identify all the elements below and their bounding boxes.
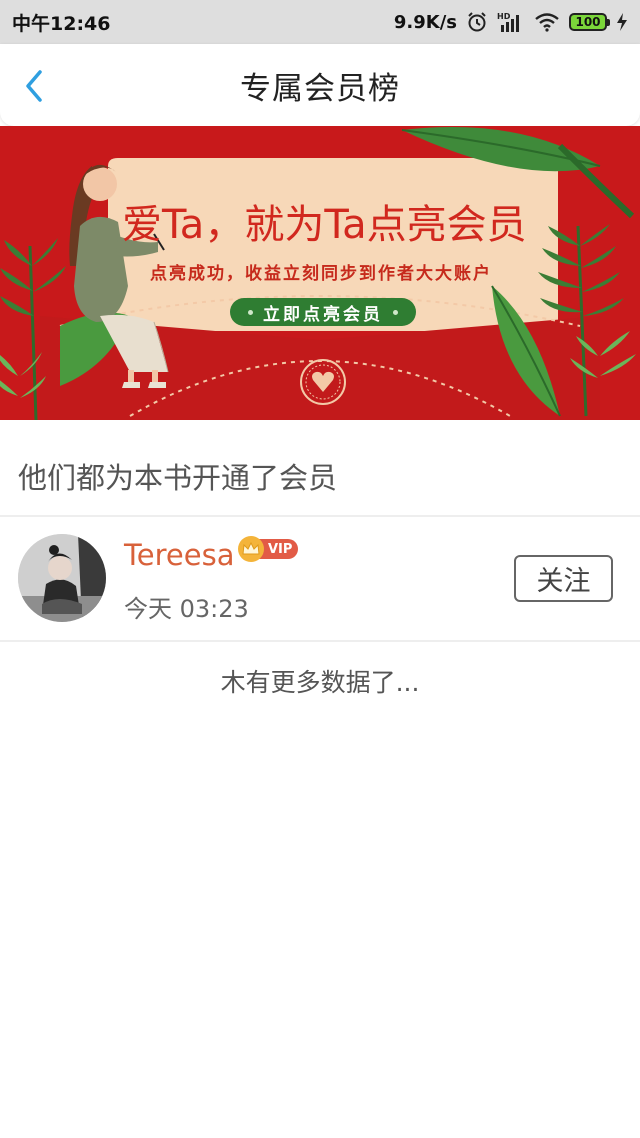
promo-banner[interactable]: 爱Ta，就为Ta点亮会员 点亮成功，收益立刻同步到作者大大账户 立即点亮会员 xyxy=(0,126,640,420)
crown-icon xyxy=(238,536,264,562)
page-title: 专属会员榜 xyxy=(240,70,400,107)
back-button[interactable] xyxy=(14,66,54,106)
dot-icon xyxy=(393,309,398,315)
status-icons: 9.9K/s HD 100 xyxy=(394,11,628,33)
banner-cta-button[interactable]: 立即点亮会员 xyxy=(230,298,416,326)
follow-button[interactable]: 关注 xyxy=(514,555,613,602)
list-item: Tereesa VIP 今天 03:23 关注 xyxy=(0,518,640,640)
status-bar: 中午12:46 9.9K/s HD 100 xyxy=(0,0,640,44)
network-speed: 9.9K/s xyxy=(393,11,457,33)
page: 中午12:46 9.9K/s HD 100 专属会员榜 爱Ta，就为Ta点亮会员… xyxy=(0,0,640,1138)
banner-cta-label: 立即点亮会员 xyxy=(263,304,383,325)
alarm-icon xyxy=(466,11,488,33)
charging-icon xyxy=(616,12,628,32)
network-type-label: HD xyxy=(497,12,511,21)
battery-level: 100 xyxy=(575,15,601,29)
avatar[interactable] xyxy=(18,534,106,622)
banner-headline: 爱Ta，就为Ta点亮会员 xyxy=(122,202,527,248)
avatar-image xyxy=(18,534,106,622)
dot-icon xyxy=(248,309,253,315)
vip-badge: VIP xyxy=(238,536,299,562)
section-title: 他们都为本书开通了会员 xyxy=(18,461,338,495)
wifi-icon xyxy=(534,12,560,32)
banner-subtitle: 点亮成功，收益立刻同步到作者大大账户 xyxy=(150,264,492,284)
chevron-left-icon xyxy=(26,70,42,102)
divider xyxy=(0,640,640,642)
status-time: 中午12:46 xyxy=(12,12,111,35)
divider xyxy=(0,515,640,517)
signal-icon: HD xyxy=(497,11,525,33)
member-name[interactable]: Tereesa xyxy=(124,538,234,572)
nav-bar: 专属会员榜 xyxy=(0,44,640,126)
battery-icon: 100 xyxy=(569,13,610,31)
member-time: 今天 03:23 xyxy=(124,595,249,623)
no-more-data-text: 木有更多数据了... xyxy=(220,668,420,697)
